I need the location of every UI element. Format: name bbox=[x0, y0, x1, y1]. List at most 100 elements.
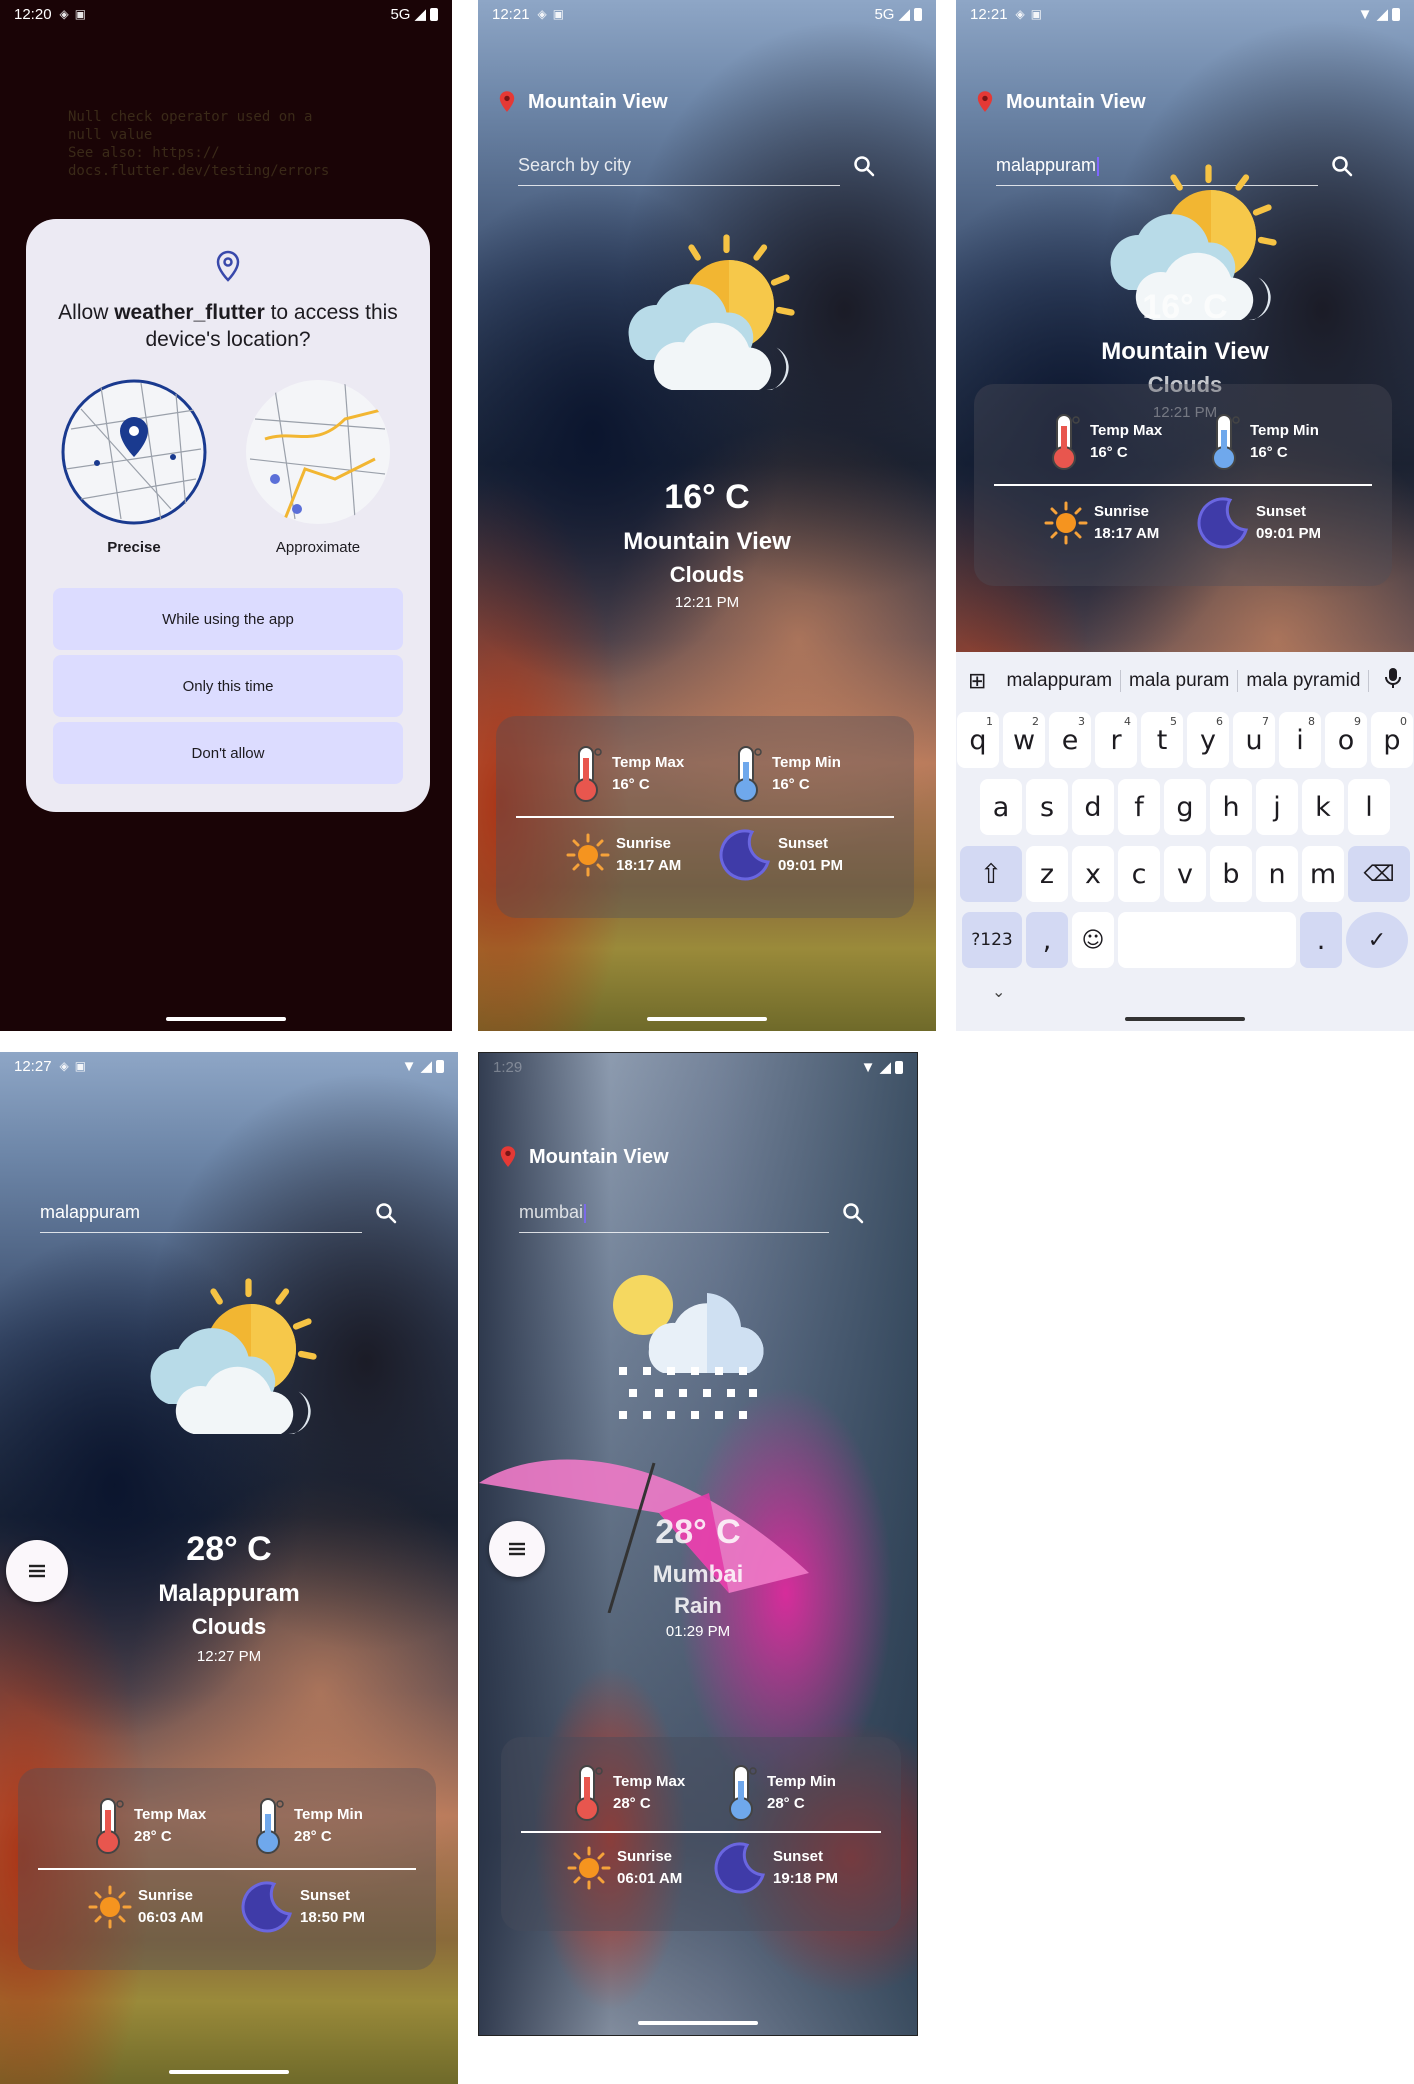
temp-row: Temp Max 16° C Temp Min 16° C bbox=[974, 412, 1392, 472]
menu-button[interactable] bbox=[489, 1521, 545, 1577]
key-l[interactable]: l bbox=[1348, 779, 1390, 835]
key-p[interactable]: p0 bbox=[1371, 712, 1413, 768]
sunrise-value: 06:03 AM bbox=[138, 1909, 204, 1926]
key-n[interactable]: n bbox=[1256, 846, 1298, 902]
city-search-input[interactable]: mumbai bbox=[519, 1193, 829, 1233]
city-search-input[interactable]: Search by city bbox=[518, 146, 840, 186]
key-c[interactable]: c bbox=[1118, 846, 1160, 902]
key-w[interactable]: w2 bbox=[1003, 712, 1045, 768]
screen-weather-search-keyboard: 12:21 ◈ ▣ ▼ ◢ Mountain View malappuram 1… bbox=[956, 0, 1414, 1031]
city-search-input[interactable]: malappuram bbox=[40, 1193, 362, 1233]
gesture-nav-bar[interactable] bbox=[166, 1017, 286, 1021]
status-time: 1:29 bbox=[493, 1058, 523, 1076]
key-a[interactable]: a bbox=[980, 779, 1022, 835]
dont-allow-button[interactable]: Don't allow bbox=[53, 722, 403, 784]
approximate-option[interactable]: Approximate bbox=[244, 379, 392, 556]
sunrise-label: Sunrise bbox=[138, 1887, 194, 1904]
thermometer-cold-icon bbox=[248, 1796, 288, 1856]
current-location: Mountain View bbox=[499, 1145, 669, 1169]
precise-option[interactable]: Precise bbox=[60, 379, 208, 556]
location-pin-icon bbox=[976, 90, 994, 114]
key-t[interactable]: t5 bbox=[1141, 712, 1183, 768]
key-f[interactable]: f bbox=[1118, 779, 1160, 835]
suggestion-1[interactable]: malappuram bbox=[998, 670, 1122, 692]
gesture-nav-bar[interactable] bbox=[647, 1017, 767, 1021]
key-h[interactable]: h bbox=[1210, 779, 1252, 835]
sunrise-value: 18:17 AM bbox=[1094, 525, 1160, 542]
error-text: Null check operator used on a null value… bbox=[68, 109, 330, 179]
rain-cloud-icon bbox=[599, 1263, 779, 1433]
temp-max-value: 16° C bbox=[1090, 444, 1128, 461]
sun-icon bbox=[566, 833, 610, 877]
while-using-app-button[interactable]: While using the app bbox=[53, 588, 403, 650]
key-x[interactable]: x bbox=[1072, 846, 1114, 902]
key-y[interactable]: y6 bbox=[1187, 712, 1229, 768]
temp-max-value: 28° C bbox=[613, 1795, 651, 1812]
key-j[interactable]: j bbox=[1256, 779, 1298, 835]
signal-icon: ◢ bbox=[1376, 6, 1388, 23]
thermometer-hot-icon bbox=[1044, 412, 1084, 472]
key-row-3-letters: zxcvbnm bbox=[1026, 846, 1344, 902]
hide-keyboard-icon[interactable]: ⌄ bbox=[992, 982, 1005, 1002]
key-k[interactable]: k bbox=[1302, 779, 1344, 835]
location-name: Mountain View bbox=[529, 1145, 669, 1168]
key-u[interactable]: u7 bbox=[1233, 712, 1275, 768]
weather-condition: Clouds bbox=[669, 562, 745, 587]
weather-condition: Clouds bbox=[191, 1614, 267, 1639]
key-i[interactable]: i8 bbox=[1279, 712, 1321, 768]
symbols-key[interactable]: ?123 bbox=[962, 912, 1022, 968]
soft-keyboard: ⊞ malappuram mala puram mala pyramid q1w… bbox=[956, 652, 1414, 1031]
key-hint-e: 3 bbox=[1078, 715, 1085, 728]
key-e[interactable]: e3 bbox=[1049, 712, 1091, 768]
gesture-nav-bar[interactable] bbox=[1125, 1017, 1245, 1021]
temp-min-value: 28° C bbox=[767, 1795, 805, 1812]
current-location: Mountain View bbox=[976, 90, 1146, 114]
sunrise-value: 06:01 AM bbox=[617, 1870, 683, 1887]
only-this-time-button[interactable]: Only this time bbox=[53, 655, 403, 717]
search-icon[interactable] bbox=[852, 154, 876, 178]
sunset-label: Sunset bbox=[300, 1887, 351, 1904]
period-key[interactable]: . bbox=[1300, 912, 1342, 968]
search-icon[interactable] bbox=[841, 1201, 865, 1225]
comma-key[interactable]: , bbox=[1026, 912, 1068, 968]
search-icon[interactable] bbox=[1330, 154, 1354, 178]
key-r[interactable]: r4 bbox=[1095, 712, 1137, 768]
key-q[interactable]: q1 bbox=[957, 712, 999, 768]
key-o[interactable]: o9 bbox=[1325, 712, 1367, 768]
cloud-sun-icon bbox=[126, 1274, 326, 1449]
search-value: malappuram bbox=[40, 1202, 141, 1222]
shift-key[interactable]: ⇧ bbox=[960, 846, 1022, 902]
done-key[interactable]: ✓ bbox=[1346, 912, 1408, 968]
gesture-nav-bar[interactable] bbox=[169, 2070, 289, 2074]
temp-min: Temp Min 28° C bbox=[248, 1796, 408, 1856]
suggestion-2[interactable]: mala puram bbox=[1121, 670, 1239, 692]
menu-button[interactable] bbox=[6, 1540, 68, 1602]
key-m[interactable]: m bbox=[1302, 846, 1344, 902]
thermometer-hot-icon bbox=[88, 1796, 128, 1856]
key-v[interactable]: v bbox=[1164, 846, 1206, 902]
weather-details-card: Temp Max 28° C Temp Min 28° C Sunrise 06:01… bbox=[501, 1737, 901, 1931]
gesture-nav-bar[interactable] bbox=[638, 2021, 758, 2025]
temp-max: Temp Max 28° C bbox=[88, 1796, 248, 1856]
status-time: 12:20 bbox=[14, 5, 52, 23]
suggestion-3[interactable]: mala pyramid bbox=[1238, 670, 1370, 692]
temp-min-label: Temp Min bbox=[767, 1773, 836, 1790]
status-bar: 12:20 ◈ ▣ 5G ◢ bbox=[0, 0, 452, 28]
sunset: Sunset 18:50 PM bbox=[240, 1880, 400, 1934]
temp-row: Temp Max 28° C Temp Min 28° C bbox=[18, 1796, 436, 1856]
emoji-key[interactable]: ☺ bbox=[1072, 912, 1114, 968]
key-b[interactable]: b bbox=[1210, 846, 1252, 902]
key-hint-t: 5 bbox=[1170, 715, 1177, 728]
screen-weather-malappuram: 12:27 ◈ ▣ ▼ ◢ malappuram 28° C Malappura… bbox=[0, 1052, 458, 2084]
notification-icon: ▣ bbox=[74, 7, 87, 21]
key-s[interactable]: s bbox=[1026, 779, 1068, 835]
key-z[interactable]: z bbox=[1026, 846, 1068, 902]
microphone-icon[interactable] bbox=[1384, 666, 1414, 696]
sunset-label: Sunset bbox=[778, 835, 829, 852]
search-icon[interactable] bbox=[374, 1201, 398, 1225]
key-g[interactable]: g bbox=[1164, 779, 1206, 835]
key-d[interactable]: d bbox=[1072, 779, 1114, 835]
space-key[interactable] bbox=[1118, 912, 1296, 968]
apps-grid-icon[interactable]: ⊞ bbox=[956, 668, 998, 694]
backspace-key[interactable]: ⌫ bbox=[1348, 846, 1410, 902]
